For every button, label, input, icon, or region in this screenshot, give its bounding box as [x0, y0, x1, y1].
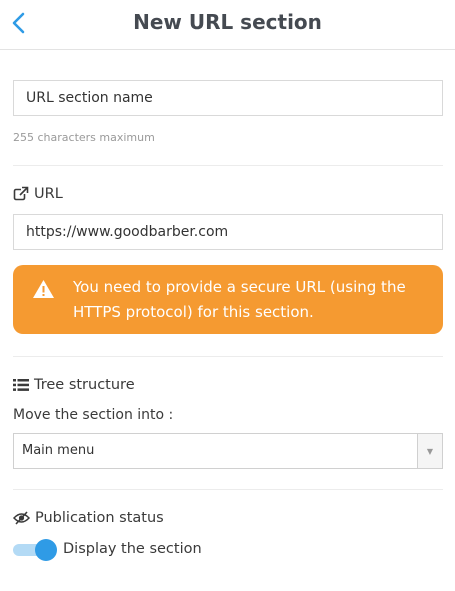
dropdown-arrow-icon[interactable]: ▼: [417, 434, 442, 468]
url-label: URL: [34, 186, 63, 202]
eye-slash-icon: [13, 511, 30, 525]
parent-section-select[interactable]: Main menu ▼: [13, 433, 443, 469]
publication-label-row: Publication status: [13, 510, 164, 526]
section-name-input[interactable]: URL section name: [13, 80, 443, 116]
toggle-knob: [35, 539, 57, 561]
page-title: New URL section: [133, 10, 322, 34]
divider: [13, 165, 443, 166]
warning-triangle-icon: [33, 280, 54, 298]
list-icon: [13, 379, 29, 391]
url-input[interactable]: https://www.goodbarber.com: [13, 214, 443, 250]
warning-text: You need to provide a secure URL (using …: [73, 278, 406, 321]
select-value: Main menu: [22, 443, 95, 458]
https-warning-banner: You need to provide a secure URL (using …: [13, 265, 443, 334]
display-section-label: Display the section: [63, 541, 202, 557]
tree-label-row: Tree structure: [13, 377, 135, 393]
external-link-icon: [13, 186, 29, 201]
display-section-toggle[interactable]: [13, 539, 57, 561]
url-label-row: URL: [13, 186, 63, 202]
move-section-label: Move the section into :: [13, 407, 174, 423]
header-bar: New URL section: [0, 0, 455, 50]
section-name-help: 255 characters maximum: [13, 131, 155, 144]
divider: [13, 356, 443, 357]
publication-label: Publication status: [35, 510, 164, 526]
divider: [13, 489, 443, 490]
tree-label: Tree structure: [34, 377, 135, 393]
